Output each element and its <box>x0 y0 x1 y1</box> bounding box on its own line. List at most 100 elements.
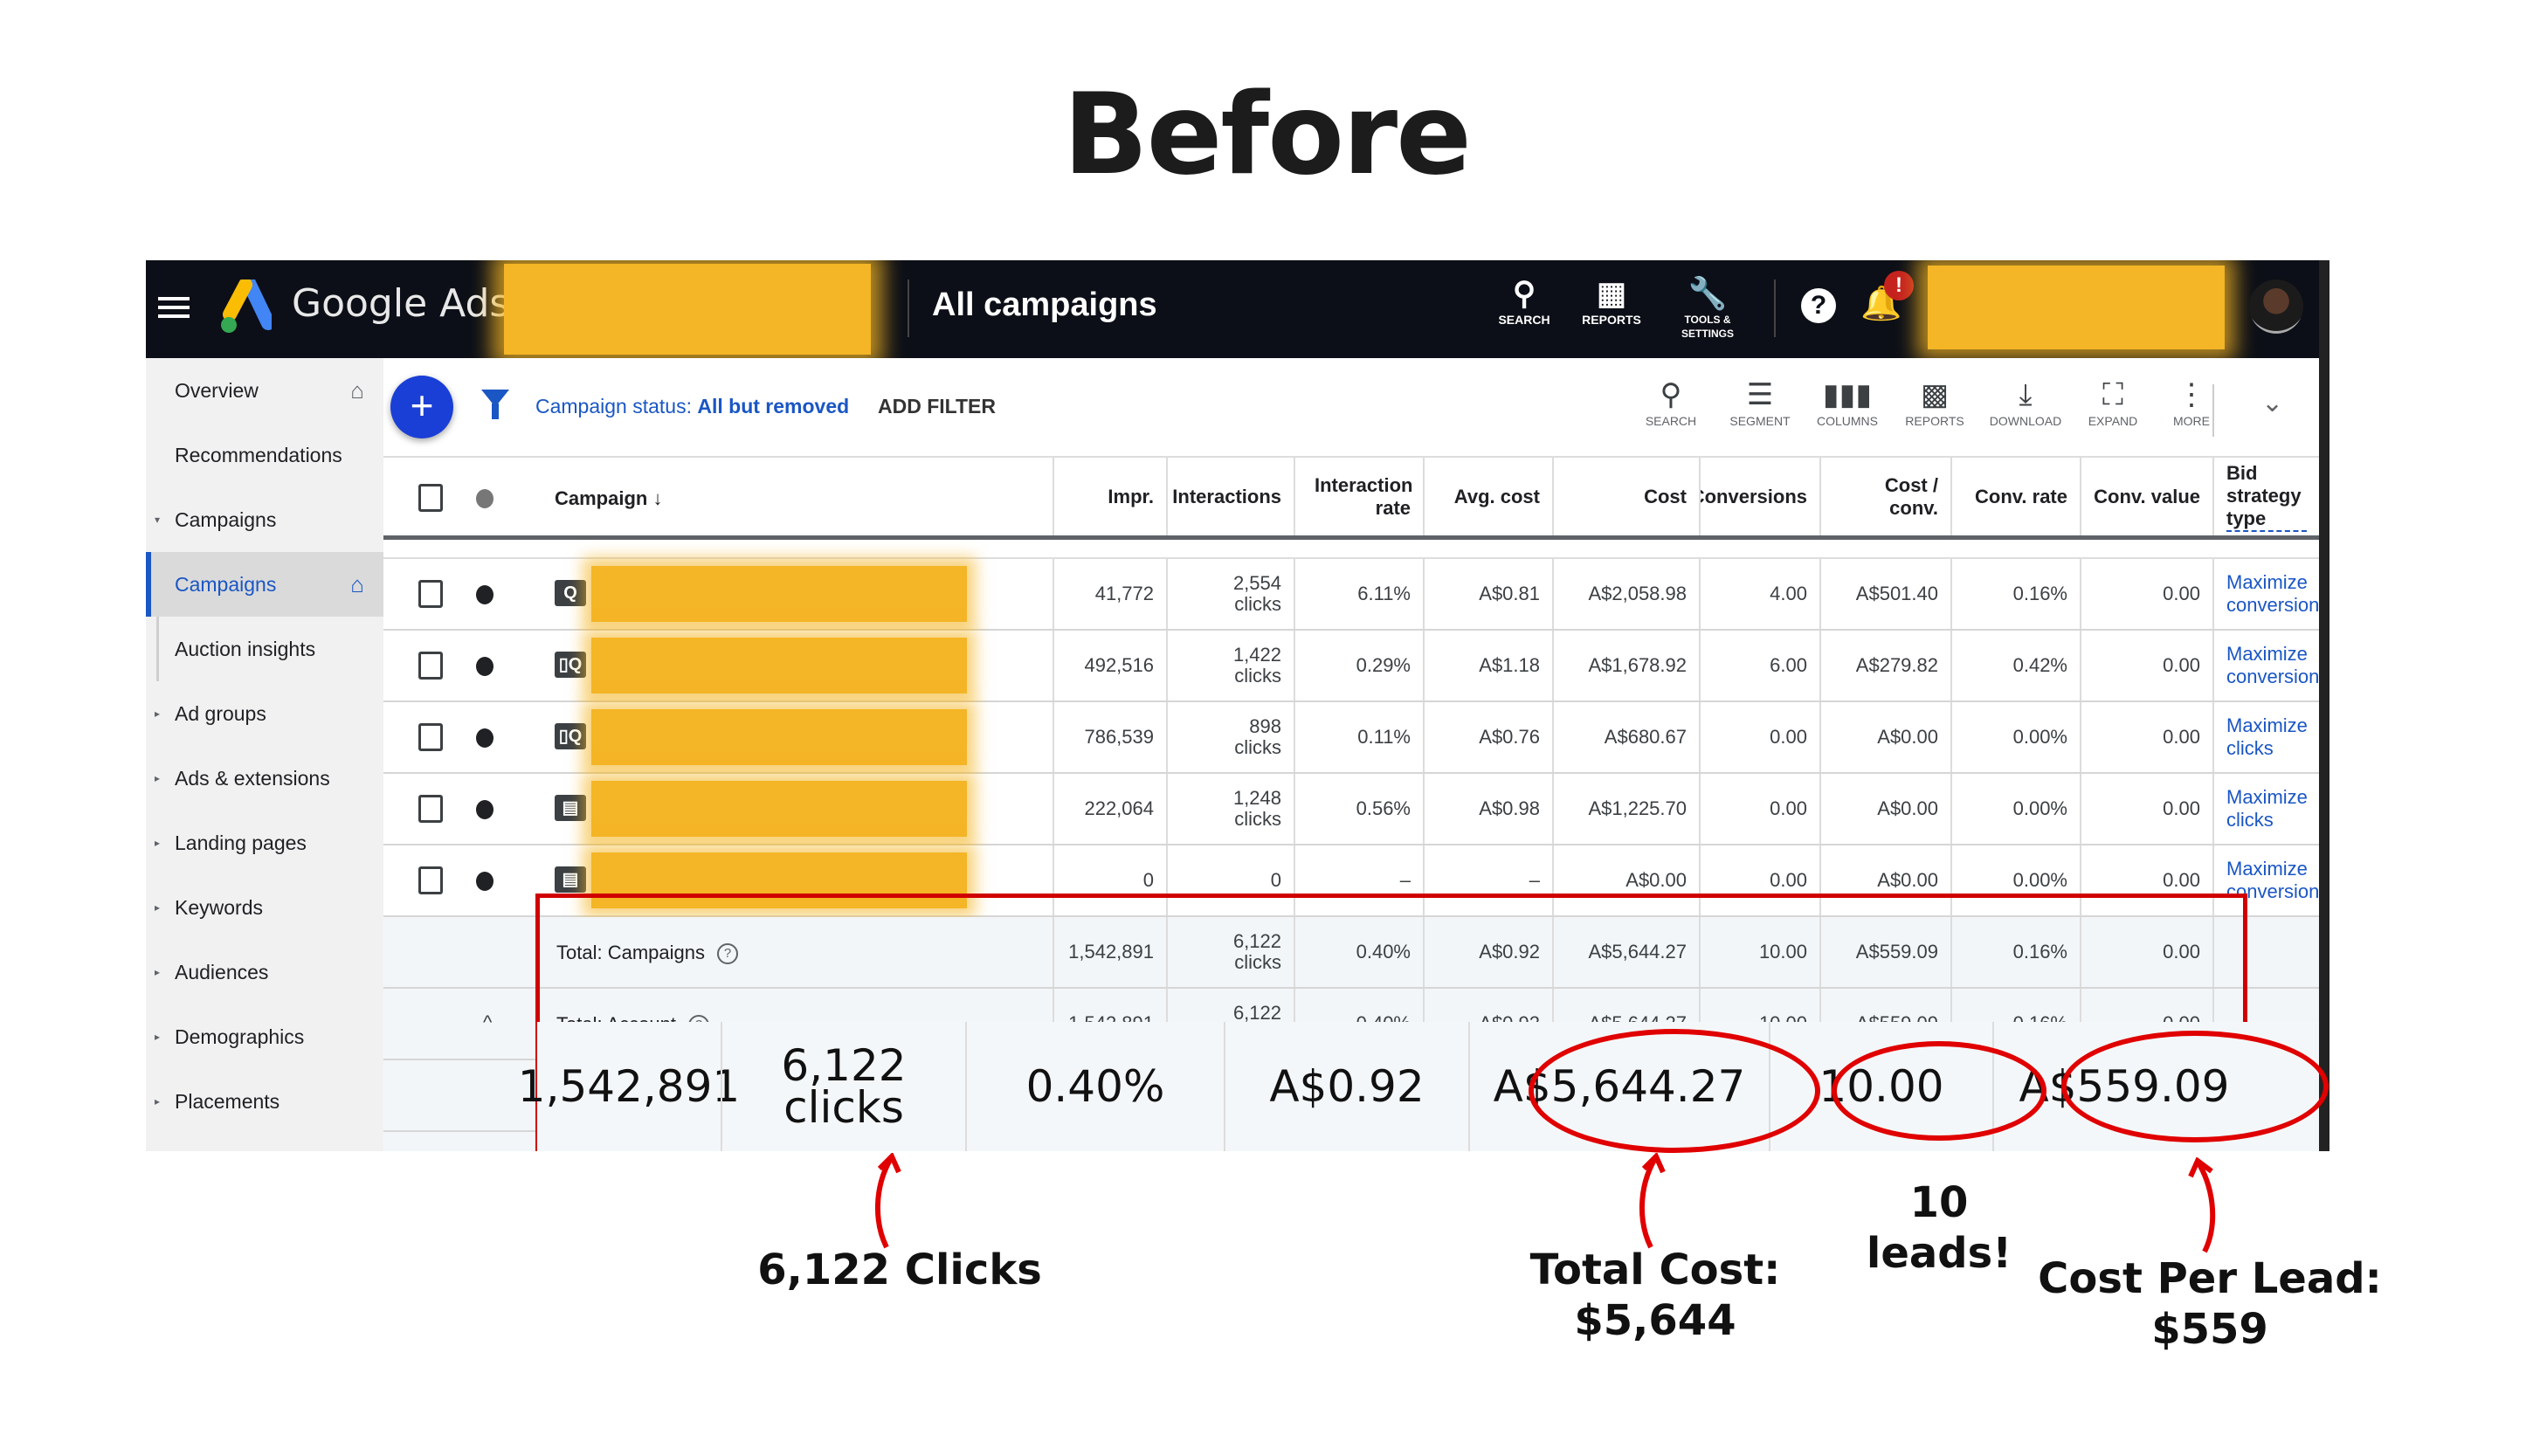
cell-cost: A$1,678.92 <box>1552 631 1699 700</box>
cell-interactions: 1,248 clicks <box>1166 774 1294 844</box>
sidebar-item-demographics[interactable]: ▸ Demographics <box>146 1004 383 1069</box>
column-header-avg-cost[interactable]: Avg. cost <box>1423 458 1552 535</box>
sidebar-item-placements[interactable]: ▸ Placements <box>146 1069 383 1134</box>
bid-strategy-link[interactable]: Maximize conversions <box>2212 559 2319 629</box>
chevron-up-icon[interactable]: ^ <box>483 1011 492 1034</box>
column-header-conversions[interactable]: Conversions <box>1699 458 1819 535</box>
row-checkbox[interactable] <box>418 580 443 608</box>
reports-icon: ▦ <box>1596 275 1626 311</box>
sidebar-item-ad-groups[interactable]: ▸ Ad groups <box>146 681 383 746</box>
campaign-name-redacted[interactable] <box>591 566 967 622</box>
sidebar: Overview ⌂ Recommendations ▾ Campaigns C… <box>146 358 383 1151</box>
sidebar-item-overview[interactable]: Overview ⌂ <box>146 358 383 423</box>
column-header-cost-per-conv[interactable]: Cost / conv. <box>1819 458 1950 535</box>
add-filter-button[interactable]: ADD FILTER <box>878 395 996 418</box>
cell-conversions: 6.00 <box>1699 631 1819 700</box>
arrow-up-icon <box>1639 1153 1666 1249</box>
status-enabled-icon[interactable] <box>476 657 493 676</box>
column-header-interaction-rate[interactable]: Interaction rate <box>1294 458 1423 535</box>
column-header-impr[interactable]: Impr. <box>1053 458 1166 535</box>
cell-impr: 41,772 <box>1053 559 1166 629</box>
search-icon: ⚲ <box>1660 378 1682 411</box>
toolbar-segment-button[interactable]: ☰ SEGMENT <box>1716 376 1804 428</box>
interactions-count: 2,554 <box>1232 572 1281 594</box>
campaign-name-redacted[interactable] <box>591 781 967 837</box>
sidebar-item-landing-pages[interactable]: ▸ Landing pages <box>146 811 383 875</box>
enlarged-interaction-rate: 0.40% <box>965 1022 1224 1151</box>
columns-icon: ▮▮▮ <box>1822 378 1873 411</box>
leads-annotation: 10 leads! <box>1866 1178 2012 1278</box>
column-header-conv-value[interactable]: Conv. value <box>2080 458 2212 535</box>
status-enabled-icon[interactable] <box>476 800 493 819</box>
toolbar-more-button[interactable]: ⋮ MORE <box>2148 376 2235 428</box>
table-row[interactable]: ▤ 222,064 1,248 clicks 0.56% A$0.98 A$1,225.70… <box>383 774 2319 845</box>
interactions-count: 898 <box>1249 715 1281 737</box>
row-checkbox[interactable] <box>418 866 443 894</box>
caret-right-icon: ▸ <box>155 966 161 978</box>
table-row[interactable]: Q 41,772 2,554 clicks 6.11% A$0.81 A$2,058.98 4… <box>383 559 2319 631</box>
status-enabled-icon[interactable] <box>476 585 493 604</box>
column-header-conv-rate[interactable]: Conv. rate <box>1950 458 2080 535</box>
cell-conversions: 0.00 <box>1699 702 1819 772</box>
caret-right-icon: ▸ <box>155 1031 161 1043</box>
download-icon: ⤓ <box>2019 378 2033 411</box>
cell-interactions: 2,554 clicks <box>1166 559 1294 629</box>
toolbar-expand-button[interactable]: ⛶ EXPAND <box>2069 376 2157 428</box>
row-checkbox[interactable] <box>418 723 443 751</box>
toolbar-download-button[interactable]: ⤓ DOWNLOAD <box>1982 376 2069 428</box>
select-all-checkbox[interactable] <box>418 484 443 512</box>
sidebar-item-campaigns[interactable]: Campaigns ⌂ <box>146 552 383 617</box>
campaign-name-redacted[interactable] <box>591 709 967 765</box>
caret-down-icon: ▾ <box>155 514 161 526</box>
table-row[interactable]: ▯Q 786,539 898 clicks 0.11% A$0.76 A$680.67 0.0… <box>383 702 2319 774</box>
sidebar-item-keywords[interactable]: ▸ Keywords <box>146 875 383 940</box>
help-icon[interactable]: ? <box>1801 288 1836 323</box>
column-header-interactions[interactable]: Interactions <box>1166 458 1294 535</box>
bid-strategy-link[interactable]: Maximize conversions <box>2212 631 2319 700</box>
table-row[interactable]: ▯Q 492,516 1,422 clicks 0.29% A$1.18 A$1,678.9… <box>383 631 2319 702</box>
status-enabled-icon[interactable] <box>476 728 493 748</box>
sidebar-item-audiences[interactable]: ▸ Audiences <box>146 940 383 1004</box>
menu-icon[interactable] <box>158 292 190 323</box>
column-header-cost[interactable]: Cost <box>1552 458 1699 535</box>
interactions-value: 0 <box>1271 870 1281 891</box>
user-info-redacted <box>1928 266 2225 349</box>
reports-icon: ▩ <box>1920 378 1950 411</box>
sidebar-item-recommendations[interactable]: Recommendations <box>146 423 383 487</box>
divider <box>1774 279 1776 337</box>
row-checkbox[interactable] <box>418 795 443 823</box>
bid-strategy-link[interactable]: Maximize clicks <box>2212 774 2319 844</box>
status-enabled-icon[interactable] <box>476 872 493 891</box>
avatar[interactable] <box>2249 279 2303 334</box>
caret-right-icon: ▸ <box>155 837 161 849</box>
sidebar-item-ads-extensions[interactable]: ▸ Ads & extensions <box>146 746 383 811</box>
cell-cost-conv: A$501.40 <box>1819 559 1950 629</box>
brand-name: Google Ads <box>292 281 510 326</box>
sidebar-item-auction-insights[interactable]: Auction insights <box>146 617 383 681</box>
topbar-search-button[interactable]: ⚲ SEARCH <box>1489 274 1559 327</box>
cell-cost-conv: A$0.00 <box>1819 702 1950 772</box>
cell-conv-rate: 0.16% <box>1950 559 2080 629</box>
column-header-bid-strategy[interactable]: Bid strategy type <box>2212 458 2319 535</box>
account-selector-redacted[interactable] <box>504 264 871 355</box>
google-ads-logo-icon <box>221 279 272 333</box>
interactions-unit: clicks <box>1234 593 1281 615</box>
toolbar-reports-button[interactable]: ▩ REPORTS <box>1891 376 1978 428</box>
expand-icon: ⛶ <box>2102 378 2123 411</box>
row-checkbox[interactable] <box>418 652 443 680</box>
cell-conv-value: 0.00 <box>2080 631 2212 700</box>
toolbar-search-button[interactable]: ⚲ SEARCH <box>1627 376 1715 428</box>
create-button[interactable]: + <box>390 376 453 438</box>
interactions-count: 1,248 <box>1232 787 1281 809</box>
bid-strategy-link[interactable]: Maximize clicks <box>2212 702 2319 772</box>
topbar-tools-button[interactable]: 🔧 TOOLS & SETTINGS <box>1664 274 1751 341</box>
chevron-down-icon[interactable]: ⌄ <box>2261 388 2283 418</box>
cell-conv-value: 0.00 <box>2080 559 2212 629</box>
toolbar-columns-button[interactable]: ▮▮▮ COLUMNS <box>1804 376 1891 428</box>
campaign-name-redacted[interactable] <box>591 638 967 693</box>
topbar-reports-button[interactable]: ▦ REPORTS <box>1577 274 1646 327</box>
campaign-status-filter[interactable]: Campaign status: All but removed <box>535 395 849 418</box>
sidebar-item-campaigns-group[interactable]: ▾ Campaigns <box>146 487 383 552</box>
campaign-column-header[interactable]: Campaign ↓ <box>555 487 662 510</box>
divider <box>908 279 909 337</box>
